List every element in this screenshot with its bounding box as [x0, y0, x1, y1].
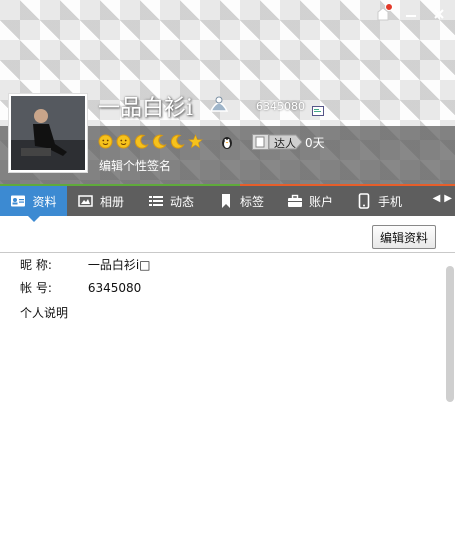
tab-phone[interactable]: 手机 [356, 186, 402, 216]
nickname-label: 昵 称: [20, 258, 52, 272]
sun-icon [98, 134, 113, 149]
talent-days: 0天 [305, 136, 325, 150]
signature-edit-link[interactable]: 编辑个性签名 [99, 157, 171, 174]
nickname-value: 一品白衫i□ [87, 258, 151, 272]
qq-penguin-icon[interactable] [219, 134, 235, 150]
level-icons [98, 134, 203, 149]
tab-label: 手机 [378, 194, 403, 209]
account-value: 6345080 [87, 281, 142, 295]
tab-label: 相册 [100, 194, 125, 209]
active-tab-caret [27, 216, 40, 222]
account-row: 帐 号: 6345080 [20, 279, 141, 296]
bookmark-icon [222, 194, 230, 208]
tab-label: 账户 [309, 194, 334, 209]
tab-bar: 资料 相册 动态 标签 账户 手机 ◀ ▶ [0, 184, 455, 222]
nickname-title: 一品白衫i [98, 96, 194, 121]
tab-account[interactable]: 账户 [287, 186, 333, 216]
nickname-row: 昵 称: 一品白衫i□ [20, 256, 151, 273]
chevron-left-icon[interactable]: ◀ [433, 193, 441, 204]
description-label: 个人说明 [20, 306, 69, 320]
account-label: 帐 号: [20, 281, 52, 295]
phone-icon [358, 193, 370, 209]
profile-header: 一品白衫i 6345080 达人 0天 编辑个性签名 [0, 0, 455, 184]
toolbar-divider [0, 252, 455, 253]
edit-profile-button[interactable]: 编辑资料 [372, 225, 436, 249]
chevron-right-icon[interactable]: ▶ [444, 193, 452, 204]
tab-feed[interactable]: 动态 [148, 186, 194, 216]
edit-card-icon[interactable] [312, 106, 324, 116]
moon-icon [134, 134, 149, 149]
window-controls [375, 3, 447, 22]
account-number: 6345080 [256, 100, 305, 113]
star-icon [188, 134, 203, 149]
avatar-photo [11, 96, 85, 170]
tab-bar-accent [240, 184, 455, 186]
close-icon[interactable] [431, 6, 447, 22]
tab-label: 资料 [32, 194, 57, 209]
moon-icon [152, 134, 167, 149]
scrollbar[interactable] [446, 266, 454, 402]
tab-label: 标签 [240, 194, 265, 209]
tab-album[interactable]: 相册 [78, 186, 124, 216]
profile-card-icon [11, 195, 26, 207]
talent-label: 达人 [274, 137, 296, 150]
album-icon [78, 195, 93, 207]
notification-dot [385, 3, 393, 11]
skin-icon[interactable] [375, 3, 393, 22]
tab-tags[interactable]: 标签 [218, 186, 264, 216]
briefcase-icon [288, 194, 302, 207]
list-icon [149, 196, 163, 206]
vip-diamond-icon[interactable] [207, 93, 231, 117]
avatar[interactable] [8, 93, 88, 173]
tab-scroll-arrows: ◀ ▶ [433, 193, 452, 204]
tab-profile[interactable]: 资料 [0, 186, 67, 222]
moon-icon [170, 134, 185, 149]
tab-label: 动态 [170, 194, 195, 209]
sun-icon [116, 134, 131, 149]
minimize-icon[interactable] [403, 6, 419, 22]
